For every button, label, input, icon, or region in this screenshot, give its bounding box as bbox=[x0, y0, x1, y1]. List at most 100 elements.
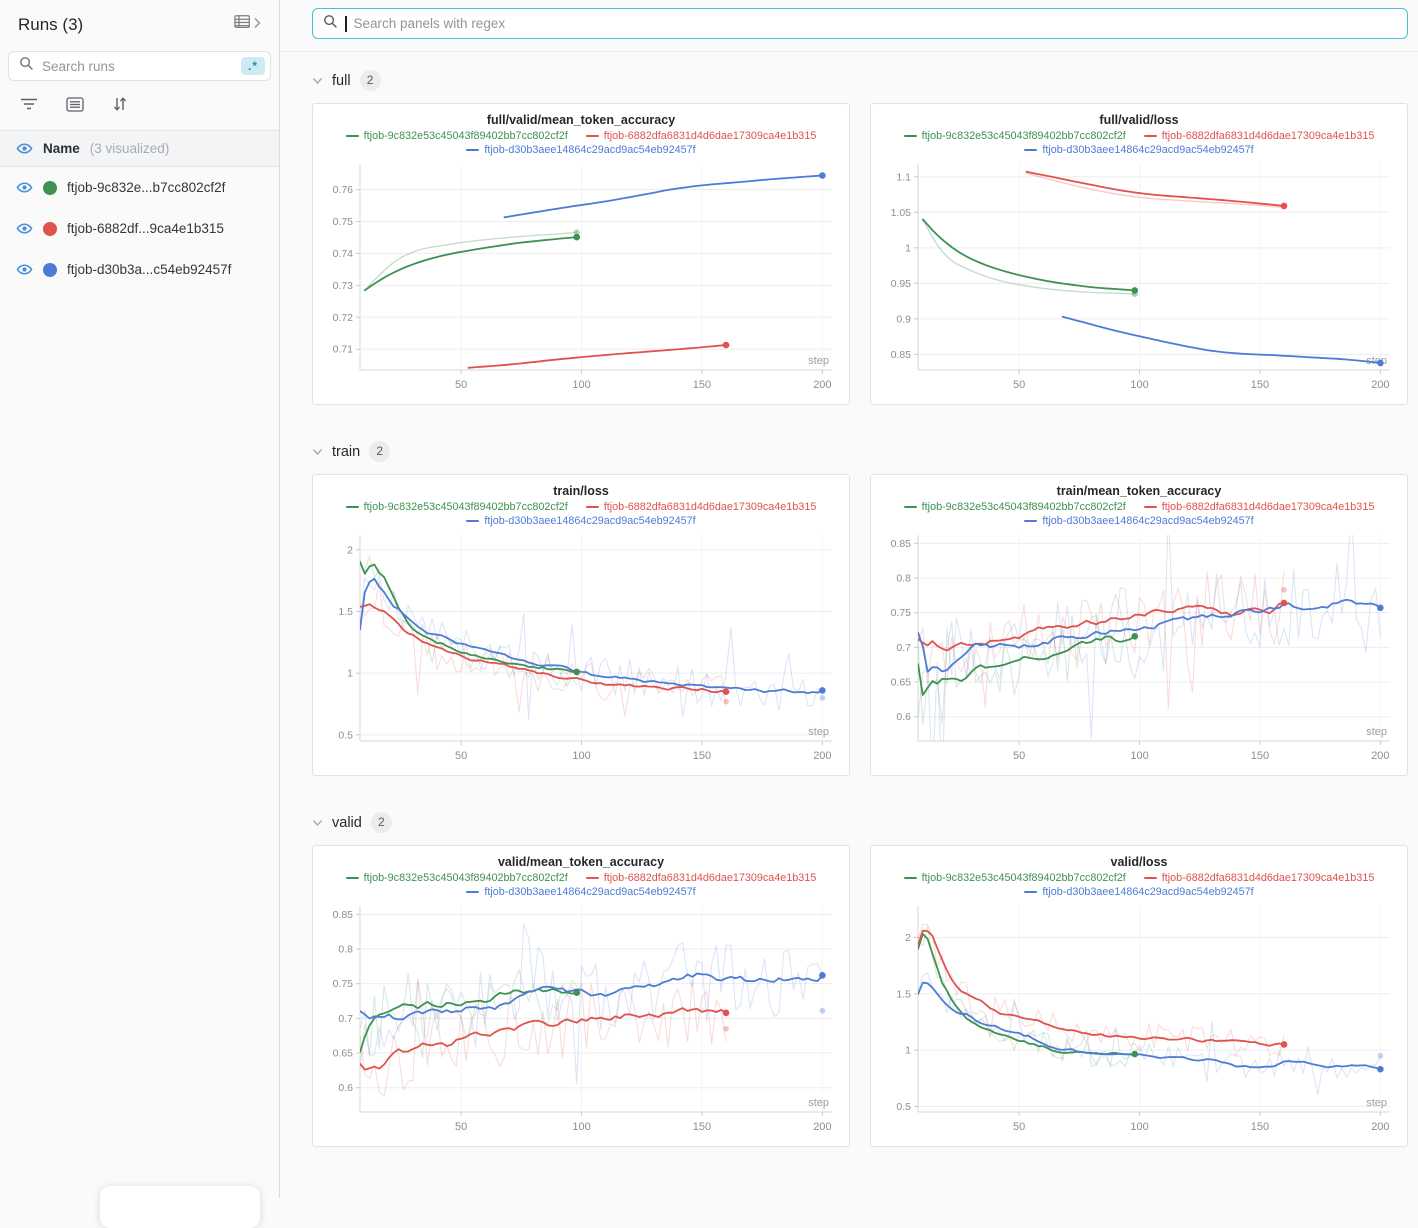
legend-run-name: ftjob-6882dfa6831d4d6dae17309ca4e1b315 bbox=[1162, 501, 1375, 513]
legend-entry[interactable]: ftjob-d30b3aee14864c29acd9ac54eb92457f bbox=[466, 886, 695, 898]
svg-text:150: 150 bbox=[693, 1121, 711, 1133]
chart-panel[interactable]: train/mean_token_accuracy ftjob-9c832e53… bbox=[870, 474, 1408, 776]
chart-plot-area[interactable]: 0.511.5250100150200step bbox=[878, 900, 1400, 1144]
svg-text:200: 200 bbox=[813, 379, 831, 391]
legend-entry[interactable]: ftjob-d30b3aee14864c29acd9ac54eb92457f bbox=[1024, 886, 1253, 898]
svg-text:0.7: 0.7 bbox=[338, 1013, 353, 1025]
legend-row: ftjob-d30b3aee14864c29acd9ac54eb92457f bbox=[1024, 515, 1253, 527]
legend-entry[interactable]: ftjob-d30b3aee14864c29acd9ac54eb92457f bbox=[1024, 515, 1253, 527]
run-row[interactable]: ftjob-6882df...9ca4e1b315 bbox=[0, 208, 279, 249]
chart-canvas[interactable]: 0.60.650.70.750.80.8550100150200step bbox=[320, 900, 842, 1144]
legend-entry[interactable]: ftjob-d30b3aee14864c29acd9ac54eb92457f bbox=[466, 515, 695, 527]
legend-entry[interactable]: ftjob-6882dfa6831d4d6dae17309ca4e1b315 bbox=[1144, 501, 1375, 513]
section-header-full[interactable]: full 2 bbox=[312, 70, 1418, 91]
svg-text:0.8: 0.8 bbox=[338, 944, 353, 956]
svg-text:50: 50 bbox=[455, 1121, 467, 1133]
run-row[interactable]: ftjob-9c832e...b7cc802cf2f bbox=[0, 167, 279, 208]
chart-plot-area[interactable]: 0.60.650.70.750.80.8550100150200step bbox=[878, 529, 1400, 773]
legend-run-name: ftjob-d30b3aee14864c29acd9ac54eb92457f bbox=[1042, 144, 1253, 156]
section-count-badge: 2 bbox=[369, 441, 390, 462]
legend-color-dash bbox=[904, 506, 917, 509]
svg-text:0.7: 0.7 bbox=[896, 642, 911, 654]
svg-text:step: step bbox=[808, 355, 829, 367]
chart-canvas[interactable]: 0.710.720.730.740.750.7650100150200step bbox=[320, 158, 842, 402]
svg-text:0.75: 0.75 bbox=[333, 978, 354, 990]
runs-search-input[interactable]: Search runs .* bbox=[8, 51, 271, 81]
section-label: valid bbox=[332, 815, 362, 831]
chart-canvas[interactable]: 0.511.5250100150200step bbox=[878, 900, 1400, 1144]
legend-entry[interactable]: ftjob-d30b3aee14864c29acd9ac54eb92457f bbox=[466, 144, 695, 156]
legend-entry[interactable]: ftjob-9c832e53c45043f89402bb7cc802cf2f bbox=[346, 501, 568, 513]
expand-table-button[interactable] bbox=[234, 14, 261, 35]
runs-list-header[interactable]: Name (3 visualized) bbox=[0, 131, 279, 167]
main-area: Search panels with regex full 2 full/val… bbox=[280, 0, 1418, 1198]
chevron-right-icon bbox=[253, 16, 261, 34]
chart-canvas[interactable]: 0.850.90.9511.051.150100150200step bbox=[878, 158, 1400, 402]
chart-plot-area[interactable]: 0.850.90.9511.051.150100150200step bbox=[878, 158, 1400, 402]
legend-entry[interactable]: ftjob-6882dfa6831d4d6dae17309ca4e1b315 bbox=[586, 872, 817, 884]
legend-run-name: ftjob-d30b3aee14864c29acd9ac54eb92457f bbox=[484, 515, 695, 527]
svg-text:0.65: 0.65 bbox=[891, 677, 912, 689]
regex-toggle-button[interactable]: .* bbox=[241, 57, 265, 75]
legend-entry[interactable]: ftjob-6882dfa6831d4d6dae17309ca4e1b315 bbox=[1144, 872, 1375, 884]
sort-button[interactable] bbox=[112, 96, 128, 117]
chart-legend: ftjob-9c832e53c45043f89402bb7cc802cf2f ft… bbox=[320, 872, 842, 898]
chart-canvas[interactable]: 0.60.650.70.750.80.8550100150200step bbox=[878, 529, 1400, 773]
chart-plot-area[interactable]: 0.710.720.730.740.750.7650100150200step bbox=[320, 158, 842, 402]
chart-panel[interactable]: full/valid/loss ftjob-9c832e53c45043f894… bbox=[870, 103, 1408, 405]
chart-title: full/valid/loss bbox=[878, 113, 1400, 127]
legend-entry[interactable]: ftjob-6882dfa6831d4d6dae17309ca4e1b315 bbox=[586, 130, 817, 142]
visibility-eye-icon[interactable] bbox=[16, 221, 33, 236]
svg-text:1.1: 1.1 bbox=[896, 171, 911, 183]
run-color-dot bbox=[43, 263, 57, 277]
legend-color-dash bbox=[346, 135, 359, 138]
svg-text:0.6: 0.6 bbox=[338, 1082, 353, 1094]
svg-text:200: 200 bbox=[1371, 379, 1389, 391]
chart-panel[interactable]: train/loss ftjob-9c832e53c45043f89402bb7… bbox=[312, 474, 850, 776]
legend-row: ftjob-9c832e53c45043f89402bb7cc802cf2f ft… bbox=[904, 501, 1375, 513]
legend-entry[interactable]: ftjob-9c832e53c45043f89402bb7cc802cf2f bbox=[904, 872, 1126, 884]
legend-entry[interactable]: ftjob-d30b3aee14864c29acd9ac54eb92457f bbox=[1024, 144, 1253, 156]
panel-search-input[interactable]: Search panels with regex bbox=[312, 8, 1408, 39]
chart-panel[interactable]: valid/loss ftjob-9c832e53c45043f89402bb7… bbox=[870, 845, 1408, 1147]
svg-text:step: step bbox=[808, 726, 829, 738]
svg-text:200: 200 bbox=[813, 750, 831, 762]
legend-color-dash bbox=[1024, 891, 1037, 894]
legend-entry[interactable]: ftjob-6882dfa6831d4d6dae17309ca4e1b315 bbox=[1144, 130, 1375, 142]
legend-run-name: ftjob-6882dfa6831d4d6dae17309ca4e1b315 bbox=[1162, 130, 1375, 142]
filter-button[interactable] bbox=[20, 97, 38, 116]
legend-entry[interactable]: ftjob-9c832e53c45043f89402bb7cc802cf2f bbox=[904, 130, 1126, 142]
run-name: ftjob-d30b3a...c54eb92457f bbox=[67, 262, 231, 277]
legend-entry[interactable]: ftjob-9c832e53c45043f89402bb7cc802cf2f bbox=[346, 130, 568, 142]
legend-entry[interactable]: ftjob-9c832e53c45043f89402bb7cc802cf2f bbox=[346, 872, 568, 884]
svg-text:200: 200 bbox=[1371, 750, 1389, 762]
svg-text:150: 150 bbox=[1251, 1121, 1269, 1133]
legend-run-name: ftjob-9c832e53c45043f89402bb7cc802cf2f bbox=[922, 501, 1126, 513]
search-icon bbox=[19, 56, 34, 76]
visibility-eye-icon[interactable] bbox=[16, 180, 33, 195]
run-color-dot bbox=[43, 181, 57, 195]
chart-title: valid/mean_token_accuracy bbox=[320, 855, 842, 869]
legend-entry[interactable]: ftjob-6882dfa6831d4d6dae17309ca4e1b315 bbox=[586, 501, 817, 513]
group-button[interactable] bbox=[66, 97, 84, 117]
chart-title: train/loss bbox=[320, 484, 842, 498]
svg-text:50: 50 bbox=[455, 379, 467, 391]
chart-canvas[interactable]: 0.511.5250100150200step bbox=[320, 529, 842, 773]
chart-panel[interactable]: full/valid/mean_token_accuracy ftjob-9c8… bbox=[312, 103, 850, 405]
sidebar-header: Runs (3) bbox=[0, 0, 279, 45]
legend-run-name: ftjob-9c832e53c45043f89402bb7cc802cf2f bbox=[364, 872, 568, 884]
section-header-valid[interactable]: valid 2 bbox=[312, 812, 1418, 833]
runs-search-placeholder: Search runs bbox=[42, 59, 233, 74]
run-row[interactable]: ftjob-d30b3a...c54eb92457f bbox=[0, 249, 279, 290]
legend-run-name: ftjob-9c832e53c45043f89402bb7cc802cf2f bbox=[364, 501, 568, 513]
chart-panel[interactable]: valid/mean_token_accuracy ftjob-9c832e53… bbox=[312, 845, 850, 1147]
legend-run-name: ftjob-9c832e53c45043f89402bb7cc802cf2f bbox=[922, 130, 1126, 142]
visibility-all-eye-icon[interactable] bbox=[16, 141, 33, 156]
svg-text:0.5: 0.5 bbox=[896, 1101, 911, 1113]
chart-plot-area[interactable]: 0.511.5250100150200step bbox=[320, 529, 842, 773]
visibility-eye-icon[interactable] bbox=[16, 262, 33, 277]
legend-entry[interactable]: ftjob-9c832e53c45043f89402bb7cc802cf2f bbox=[904, 501, 1126, 513]
section-header-train[interactable]: train 2 bbox=[312, 441, 1418, 462]
legend-row: ftjob-9c832e53c45043f89402bb7cc802cf2f ft… bbox=[346, 872, 817, 884]
chart-plot-area[interactable]: 0.60.650.70.750.80.8550100150200step bbox=[320, 900, 842, 1144]
